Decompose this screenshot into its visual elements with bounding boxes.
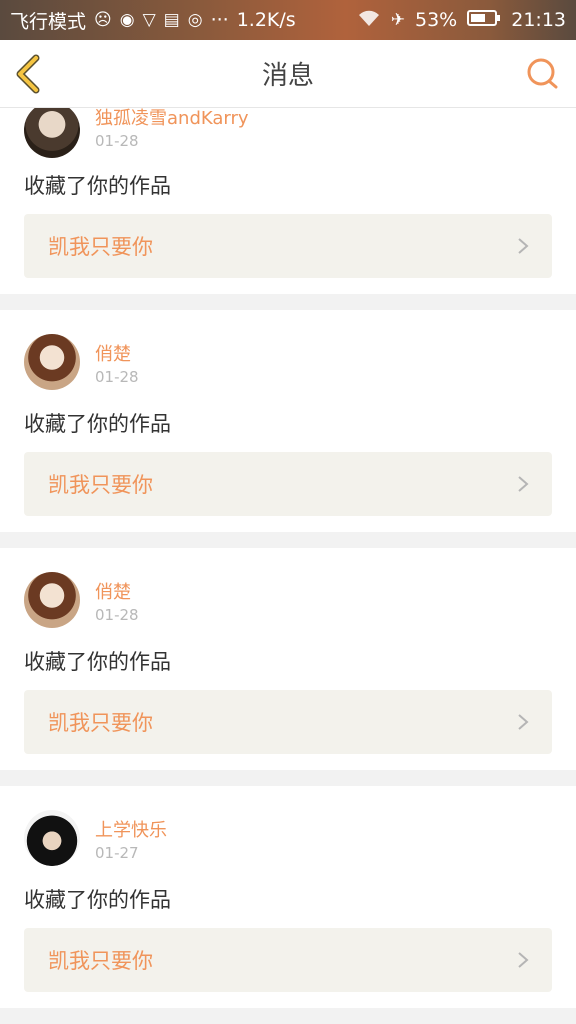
app-notification-icon: ◉ (119, 9, 135, 30)
timestamp: 01-28 (95, 606, 139, 624)
nav-bar: 消息 (0, 40, 576, 108)
timestamp: 01-28 (95, 132, 139, 150)
avatar[interactable] (24, 108, 80, 158)
avatar[interactable] (24, 572, 80, 628)
status-left: 飞行模式 ☹ ◉ ▽ ▤ ◎ ··· 1.2K/s (10, 7, 296, 34)
work-title: 凯我只要你 (48, 711, 153, 735)
action-text: 收藏了你的作品 (24, 174, 171, 198)
chevron-right-icon (518, 952, 529, 968)
chevron-left-icon (16, 54, 40, 94)
search-icon (527, 58, 558, 89)
wifi-icon (357, 9, 381, 31)
sync-icon: ◎ (187, 9, 203, 30)
username[interactable]: 俏楚 (95, 340, 131, 366)
action-text: 收藏了你的作品 (24, 650, 171, 674)
clock: 21:13 (511, 9, 566, 31)
back-button[interactable] (10, 52, 50, 96)
more-notifications-icon: ··· (210, 9, 229, 31)
page-title: 消息 (261, 61, 314, 91)
notification-card: 上学快乐 01-27 收藏了你的作品 凯我只要你 (0, 786, 576, 1008)
username[interactable]: 独孤凌雪andKarry (95, 108, 249, 130)
avatar[interactable] (24, 334, 80, 390)
work-link[interactable]: 凯我只要你 (24, 214, 552, 278)
action-text: 收藏了你的作品 (24, 412, 171, 436)
notification-card: 俏楚 01-28 收藏了你的作品 凯我只要你 (0, 548, 576, 770)
timestamp: 01-27 (95, 844, 139, 862)
work-link[interactable]: 凯我只要你 (24, 452, 552, 516)
username[interactable]: 上学快乐 (95, 816, 167, 842)
work-title: 凯我只要你 (48, 949, 153, 973)
battery-icon (467, 9, 501, 31)
emoji-icon: ☹ (94, 9, 112, 30)
status-bar: 飞行模式 ☹ ◉ ▽ ▤ ◎ ··· 1.2K/s ✈ 53% 21:13 (0, 0, 576, 40)
work-link[interactable]: 凯我只要你 (24, 690, 552, 754)
search-button[interactable] (522, 54, 562, 94)
shield-icon: ▽ (142, 9, 156, 30)
work-title: 凯我只要你 (48, 235, 153, 259)
chevron-right-icon (518, 238, 529, 254)
airplane-mode-label: 飞行模式 (10, 10, 87, 33)
notification-card: 独孤凌雪andKarry 01-28 收藏了你的作品 凯我只要你 (0, 108, 576, 294)
timestamp: 01-28 (95, 368, 139, 386)
storage-icon: ▤ (163, 9, 180, 30)
action-text: 收藏了你的作品 (24, 888, 171, 912)
status-right: ✈ 53% 21:13 (357, 9, 566, 31)
chevron-right-icon (518, 714, 529, 730)
username[interactable]: 俏楚 (95, 578, 131, 604)
battery-percent: 53% (415, 9, 458, 31)
work-title: 凯我只要你 (48, 473, 153, 497)
network-speed: 1.2K/s (236, 9, 296, 31)
work-link[interactable]: 凯我只要你 (24, 928, 552, 992)
notification-card: 俏楚 01-28 收藏了你的作品 凯我只要你 (0, 310, 576, 532)
airplane-icon: ✈ (390, 9, 405, 30)
avatar[interactable] (24, 810, 80, 866)
chevron-right-icon (518, 476, 529, 492)
message-list[interactable]: 独孤凌雪andKarry 01-28 收藏了你的作品 凯我只要你 俏楚 01-2… (0, 108, 576, 1024)
